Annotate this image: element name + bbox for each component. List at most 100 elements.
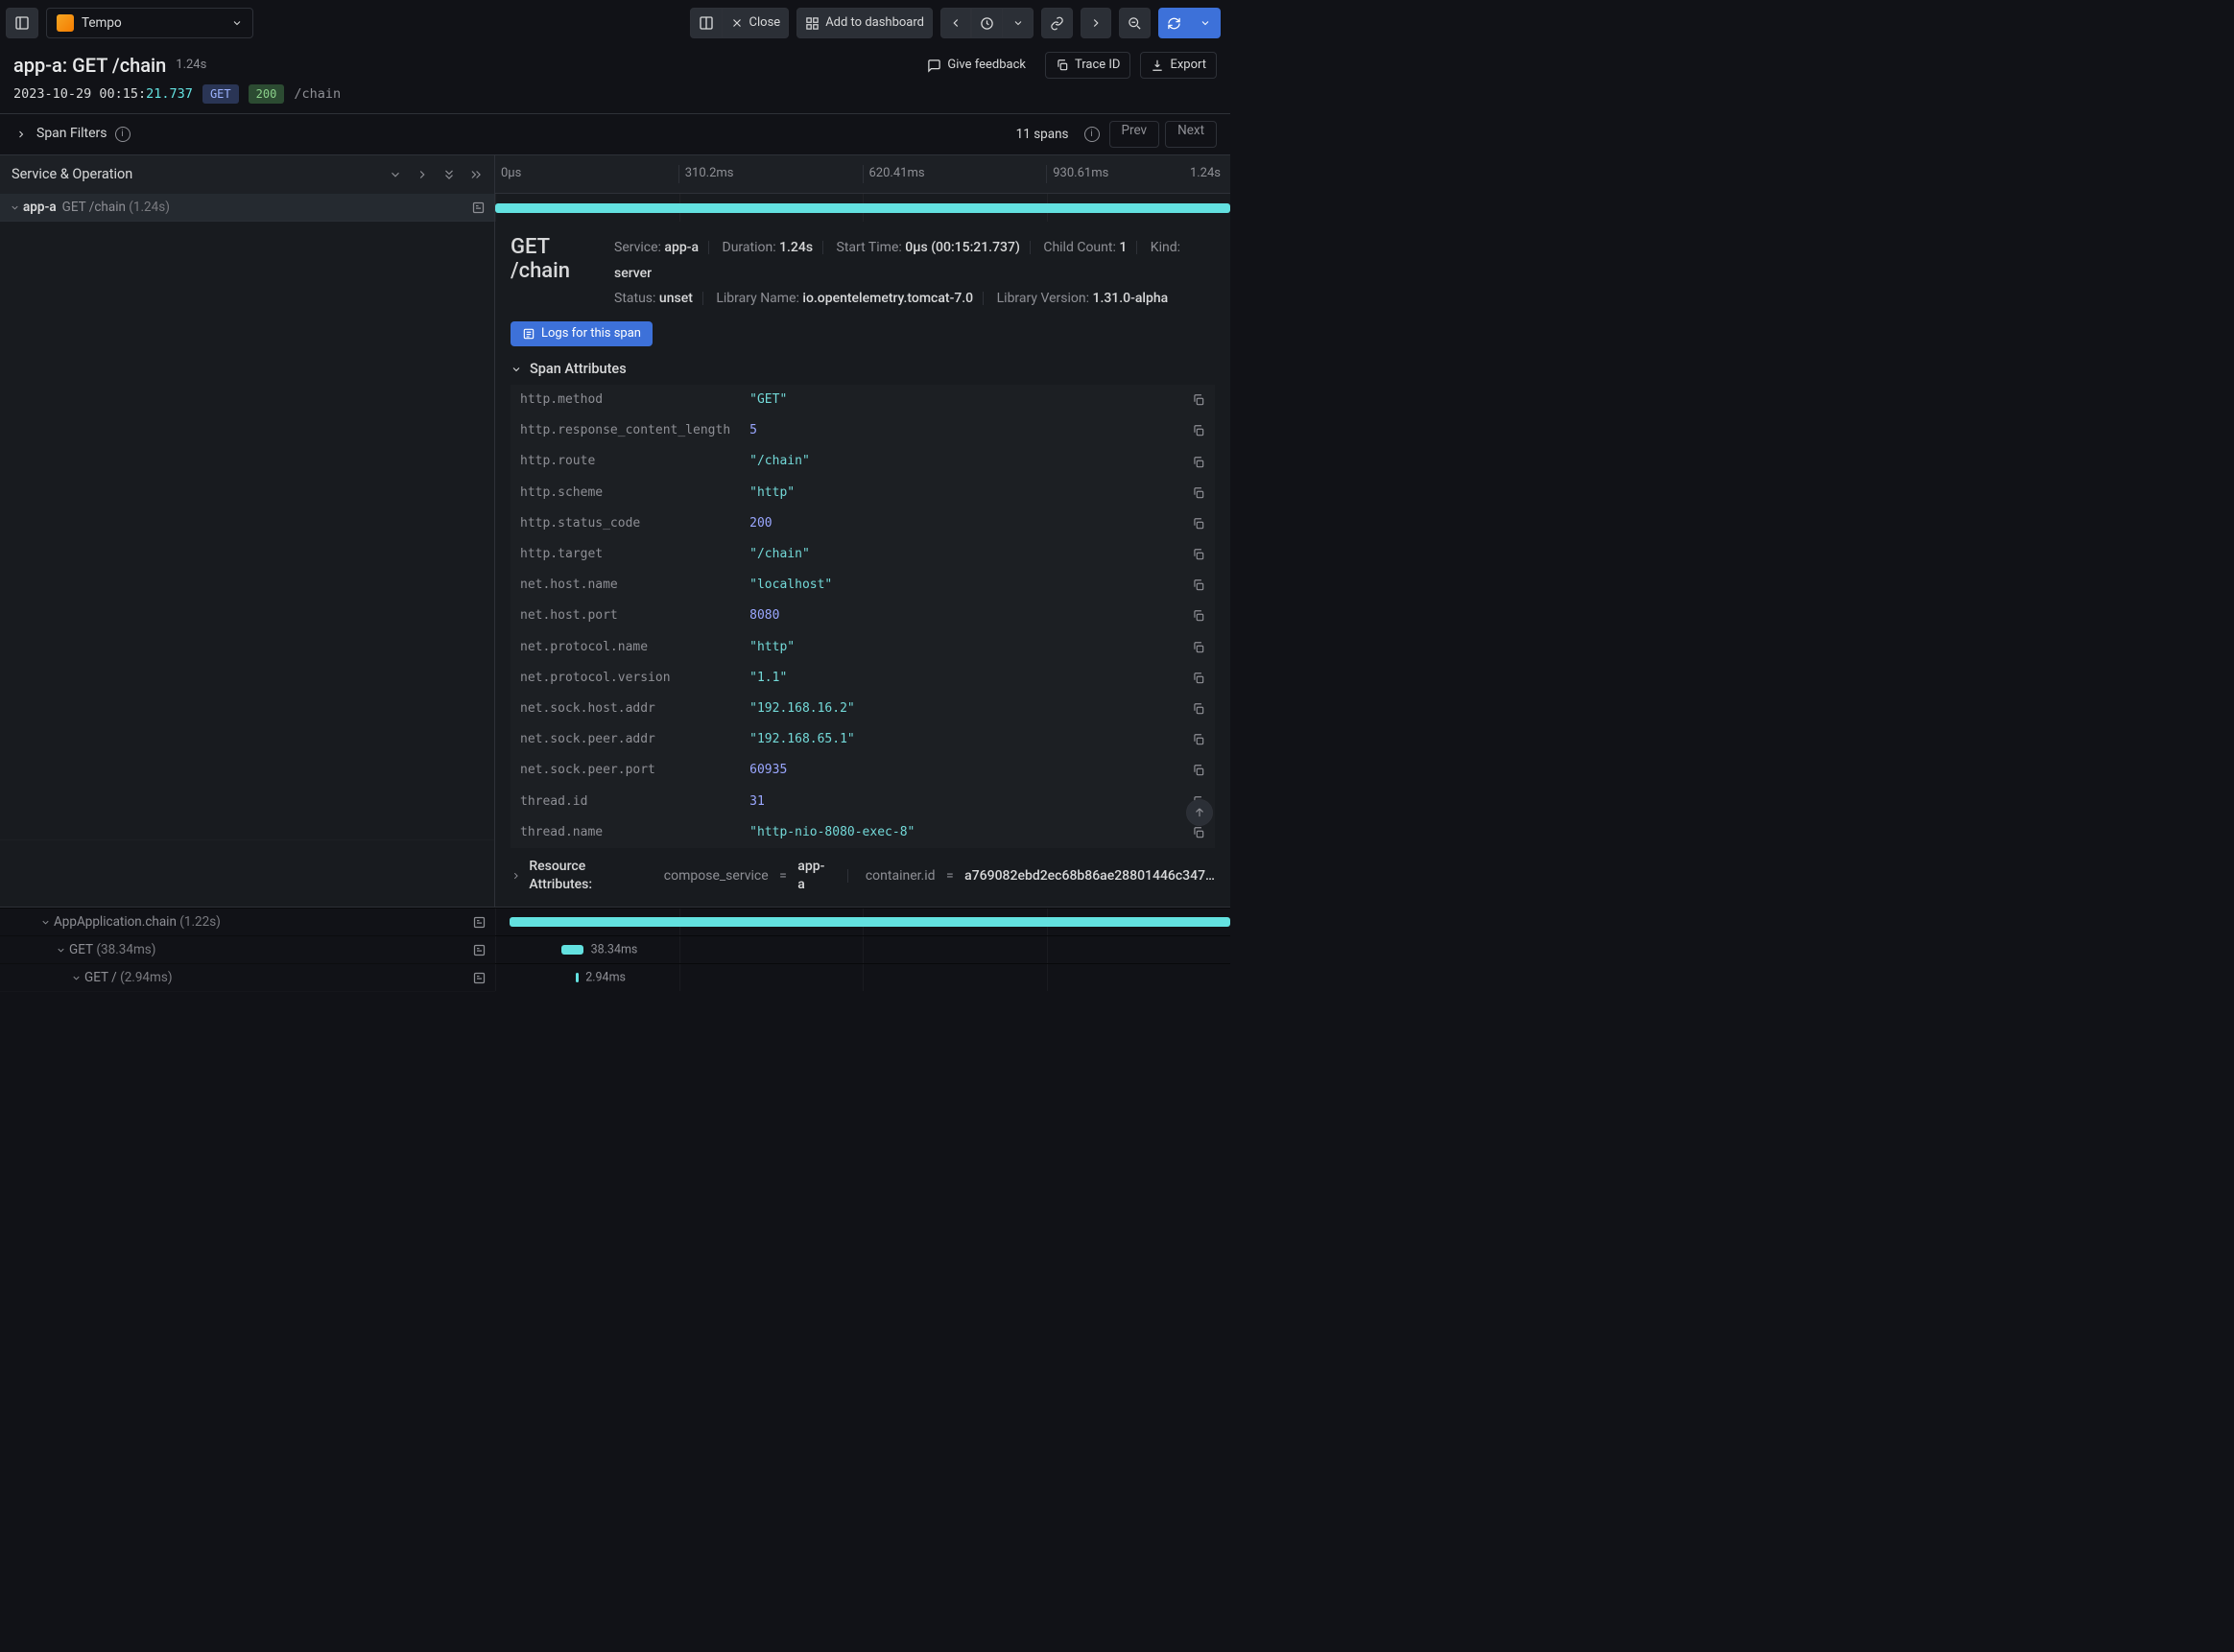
refresh-icon [1167, 16, 1181, 31]
refresh-button[interactable] [1158, 8, 1190, 38]
logs-icon[interactable] [472, 943, 489, 957]
attribute-value: "http" [740, 632, 1182, 663]
chevron-left-icon [949, 16, 963, 30]
attribute-row: net.sock.peer.port 60935 [511, 755, 1215, 786]
copy-attribute-button[interactable] [1182, 446, 1215, 477]
download-icon [1151, 59, 1164, 72]
span-row[interactable]: GET (38.34ms) [0, 936, 495, 964]
attribute-row: http.target "/chain" [511, 539, 1215, 570]
span-bar-row[interactable]: 38.34ms [495, 936, 1230, 963]
panel-toggle-button[interactable] [6, 8, 38, 38]
zoom-out-button[interactable] [1119, 8, 1151, 38]
attribute-key: net.host.port [511, 601, 740, 631]
attribute-key: thread.id [511, 787, 740, 817]
attribute-value: "1.1" [740, 663, 1182, 694]
time-picker-button[interactable] [971, 8, 1003, 38]
span-service: app-a [23, 199, 57, 217]
copy-attribute-button[interactable] [1182, 755, 1215, 786]
copy-attribute-button[interactable] [1182, 508, 1215, 539]
copy-attribute-button[interactable] [1182, 601, 1215, 631]
export-button[interactable]: Export [1140, 52, 1217, 79]
chevron-down-icon[interactable] [36, 917, 54, 928]
span-meta: Service: app-a Duration: 1.24s Start Tim… [614, 235, 1215, 312]
chevron-down-icon [511, 364, 522, 375]
next-span-button[interactable]: Next [1165, 121, 1217, 148]
copy-attribute-button[interactable] [1182, 570, 1215, 601]
add-to-dashboard-button[interactable]: Add to dashboard [796, 8, 933, 38]
attribute-key: http.route [511, 446, 740, 477]
attribute-key: http.response_content_length [511, 415, 740, 446]
logs-icon[interactable] [471, 201, 488, 215]
zoom-out-icon [1128, 16, 1142, 31]
attribute-key: net.sock.peer.port [511, 755, 740, 786]
timeline-tick: 620.41ms [863, 165, 1047, 182]
copy-attribute-button[interactable] [1182, 694, 1215, 724]
attribute-value: 5 [740, 415, 1182, 446]
span-attributes-toggle[interactable]: Span Attributes [511, 360, 1215, 379]
double-chevron-down-icon [442, 168, 456, 181]
attribute-value: "/chain" [740, 446, 1182, 477]
attribute-row: net.protocol.version "1.1" [511, 663, 1215, 694]
chevron-down-icon [231, 17, 243, 29]
span-name: GET/chain [511, 235, 597, 284]
copy-attribute-button[interactable] [1182, 539, 1215, 570]
span-bar-row[interactable]: 2.94ms [495, 964, 1230, 991]
give-feedback-button[interactable]: Give feedback [917, 52, 1035, 79]
span-operation: GET /chain [62, 199, 126, 217]
span-bar [561, 945, 583, 955]
time-menu-button[interactable] [1003, 8, 1034, 38]
info-icon[interactable]: i [1084, 127, 1100, 142]
attribute-row: thread.id 31 [511, 787, 1215, 817]
copy-attribute-button[interactable] [1182, 415, 1215, 446]
span-bar [495, 203, 1230, 213]
chevron-right-icon [15, 129, 27, 140]
attribute-row: net.host.name "localhost" [511, 570, 1215, 601]
timeline-tick: 1.24s [1190, 165, 1221, 182]
trace-path: /chain [294, 85, 341, 104]
datasource-select[interactable]: Tempo [46, 8, 253, 38]
expand-all-button[interactable] [465, 164, 487, 185]
span-row[interactable]: AppApplication.chain (1.22s) [0, 909, 495, 936]
copy-attribute-button[interactable] [1182, 385, 1215, 415]
collapse-menu-button[interactable] [385, 164, 406, 185]
split-pane-button[interactable] [690, 8, 723, 38]
attribute-row: http.response_content_length 5 [511, 415, 1215, 446]
span-bar-row[interactable] [495, 194, 1230, 222]
span-duration: (1.24s) [126, 199, 170, 217]
span-filters-toggle[interactable] [13, 127, 29, 142]
attribute-key: http.status_code [511, 508, 740, 539]
span-operation: GET / [84, 969, 117, 987]
attribute-value: 60935 [740, 755, 1182, 786]
logs-icon[interactable] [472, 971, 489, 985]
logs-icon[interactable] [472, 915, 489, 930]
span-row[interactable]: GET / (2.94ms) [0, 964, 495, 992]
copy-attribute-button[interactable] [1182, 632, 1215, 663]
refresh-menu-button[interactable] [1190, 8, 1221, 38]
resource-attributes-toggle[interactable]: Resource Attributes: compose_service = a… [511, 858, 1215, 895]
info-icon[interactable]: i [115, 127, 131, 142]
time-back-button[interactable] [940, 8, 971, 38]
chevron-down-icon[interactable] [6, 202, 23, 213]
close-button[interactable]: Close [723, 8, 790, 38]
attribute-value: "http-nio-8080-exec-8" [740, 817, 1182, 848]
copy-link-button[interactable] [1041, 8, 1073, 38]
chevron-down-icon[interactable] [52, 945, 69, 956]
chevron-down-icon[interactable] [67, 973, 84, 983]
chevron-right-icon [416, 168, 429, 181]
prev-span-button[interactable]: Prev [1109, 121, 1160, 148]
attribute-row: http.scheme "http" [511, 478, 1215, 508]
expand-one-button[interactable] [412, 164, 433, 185]
copy-attribute-button[interactable] [1182, 724, 1215, 755]
time-forward-button[interactable] [1081, 8, 1111, 38]
collapse-all-button[interactable] [439, 164, 460, 185]
attribute-row: net.sock.peer.addr "192.168.65.1" [511, 724, 1215, 755]
span-row[interactable]: app-a GET /chain (1.24s) [0, 194, 494, 222]
span-bar-row[interactable] [495, 909, 1230, 935]
logs-for-span-button[interactable]: Logs for this span [511, 321, 653, 346]
span-attributes-table: http.method "GET" http.response_content_… [511, 385, 1215, 848]
attribute-row: net.host.port 8080 [511, 601, 1215, 631]
copy-attribute-button[interactable] [1182, 663, 1215, 694]
copy-attribute-button[interactable] [1182, 478, 1215, 508]
trace-id-button[interactable]: Trace ID [1045, 52, 1131, 79]
copy-icon [1056, 59, 1069, 72]
